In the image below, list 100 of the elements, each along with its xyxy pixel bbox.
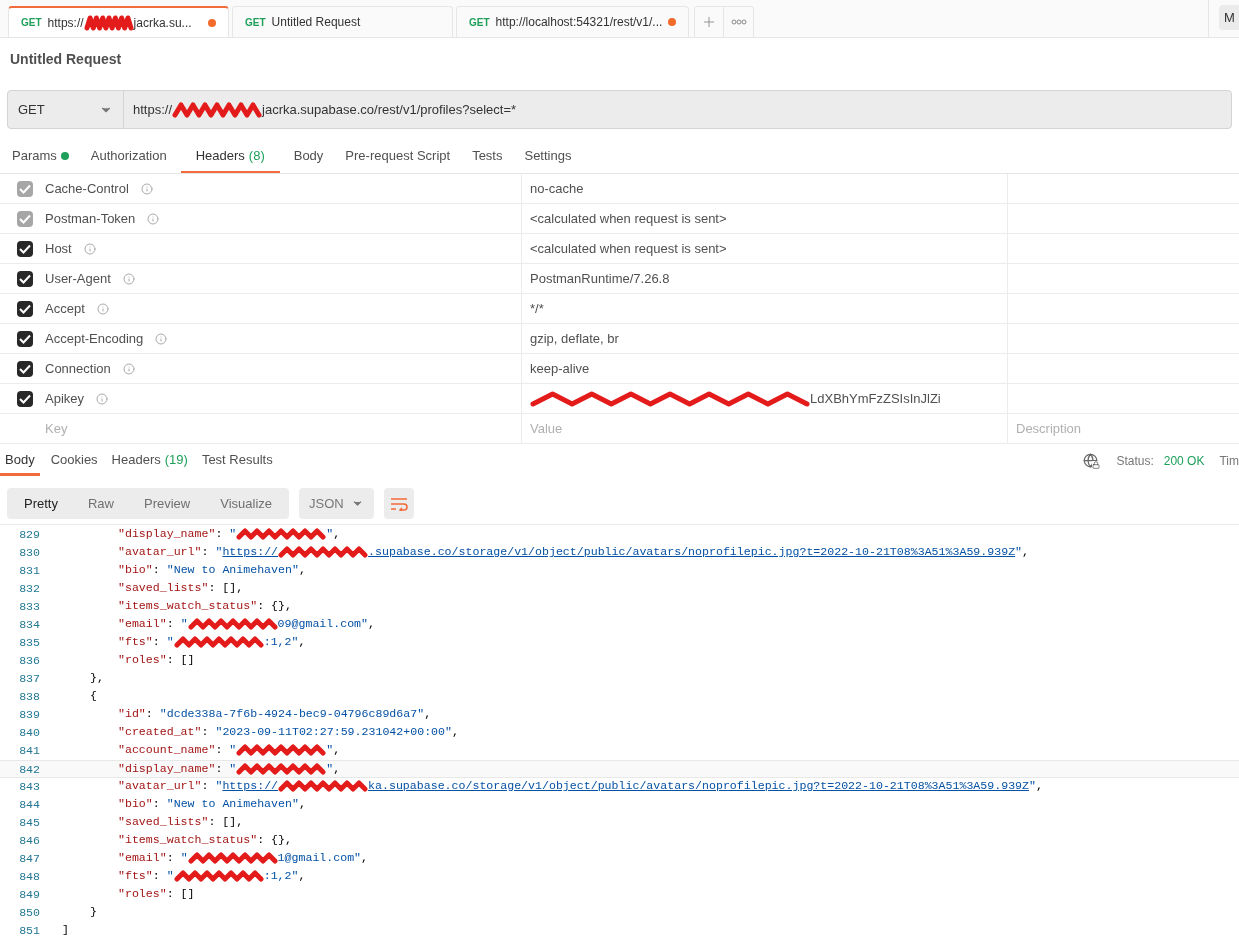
json-punctuation: : [166, 616, 175, 632]
json-key: "bio" [118, 561, 153, 579]
json-string: " [215, 544, 223, 560]
key-input[interactable]: Key [45, 418, 445, 439]
json-punctuation: ] [62, 922, 69, 938]
tab-label: Test Results [201, 450, 273, 469]
json-string: :1,2" [263, 868, 299, 884]
line-number: 830 [18, 545, 40, 561]
header-value: LdXBhYmFzZSIsInJlZi [810, 389, 941, 408]
request-section-tab[interactable]: Body [285, 140, 332, 173]
json-string: " [1029, 778, 1036, 794]
json-punctuation: : [] [166, 886, 195, 902]
json-punctuation: : {}, [257, 598, 292, 614]
json-punctuation: : [145, 706, 154, 722]
line-number: 840 [18, 725, 40, 741]
header-value: no-cache [530, 179, 584, 198]
line-number: 843 [18, 779, 40, 795]
request-section-tab[interactable]: Authorization [82, 140, 175, 173]
view-mode-button[interactable]: Raw [72, 490, 129, 517]
json-punctuation: : [215, 526, 224, 542]
json-punctuation: : {}, [257, 832, 292, 848]
url-text: http://localhost:54321/rest/v1/... [495, 14, 663, 31]
json-key: "display_name" [118, 525, 216, 543]
response-tab[interactable]: Cookies [47, 446, 101, 476]
request-tab[interactable]: GET Untitled Request [232, 6, 453, 37]
json-link[interactable]: ka.supabase.co/storage/v1/object/public/avatars/noprofilepic.jpg?t=2022-10-21T08%3A51%3A59.939Z [368, 777, 1029, 795]
check-icon [19, 333, 31, 344]
header-value: keep-alive [530, 359, 590, 378]
header-key: Accept-Encoding [45, 328, 144, 349]
json-key: "avatar_url" [118, 777, 202, 795]
json-punctuation: }, [90, 670, 104, 686]
status-label: Status: [1116, 453, 1154, 470]
checkbox[interactable] [17, 270, 33, 287]
request-section-tab[interactable]: Settings [516, 140, 580, 173]
json-punctuation: , [361, 850, 369, 866]
json-punctuation: , [333, 761, 341, 777]
view-mode-button[interactable]: Visualize [205, 490, 288, 517]
checkbox[interactable] [17, 330, 33, 347]
response-tab[interactable]: Headers (19) [108, 446, 191, 476]
json-link[interactable]: https:// [222, 543, 279, 561]
json-string: " [326, 526, 334, 542]
json-link[interactable]: .supabase.co/storage/v1/object/public/avatars/noprofilepic.jpg?t=2022-10-21T08%3A51%3A59.939Z [368, 543, 1016, 561]
json-string: " [166, 868, 174, 884]
json-key: "items_watch_status" [118, 597, 258, 615]
json-string: " [326, 742, 334, 758]
json-punctuation: : [215, 742, 224, 758]
environment-button[interactable]: M [1219, 5, 1239, 30]
view-mode-button[interactable]: Pretty [9, 490, 73, 517]
json-key: "roles" [118, 885, 167, 903]
check-icon [19, 363, 31, 374]
view-mode-button[interactable]: Preview [129, 490, 206, 517]
json-punctuation: : [201, 544, 210, 560]
line-number: 836 [18, 653, 40, 669]
tab-label: Cookies [50, 450, 98, 469]
tab-label: Params [12, 146, 57, 165]
request-section-tab[interactable]: Pre-request Script [337, 140, 459, 173]
json-punctuation: , [333, 742, 341, 758]
json-punctuation: , [452, 724, 459, 740]
json-link[interactable]: https:// [222, 777, 279, 795]
checkbox[interactable] [17, 240, 33, 257]
format-dropdown[interactable]: JSON [299, 488, 375, 519]
response-tab[interactable]: Test Results [198, 446, 276, 476]
tab-label: Pre-request Script [345, 146, 451, 165]
request-section-tab[interactable]: Tests [464, 140, 511, 173]
json-string: " [229, 526, 237, 542]
request-tab[interactable]: GET https:// jacrka.su... [8, 6, 229, 37]
json-key: "email" [118, 849, 167, 867]
info-icon [140, 182, 153, 195]
tab-label: Headers [111, 450, 161, 469]
header-value: <calculated when request is sent> [530, 239, 727, 258]
json-string: " [229, 761, 237, 777]
json-string: " [1015, 544, 1023, 560]
line-number: 839 [18, 707, 40, 723]
json-key: "display_name" [118, 760, 216, 778]
json-punctuation: : [201, 724, 210, 740]
globe-lock-icon[interactable] [1083, 453, 1101, 469]
check-icon [19, 303, 31, 314]
json-punctuation: } [90, 904, 97, 920]
json-string: " [166, 634, 174, 650]
redaction-scribble [83, 14, 134, 31]
url-text: https:// [47, 14, 84, 32]
json-string: "New to Animehaven" [166, 562, 299, 578]
checkbox[interactable] [17, 390, 33, 407]
json-string: " [229, 742, 237, 758]
request-section-tab[interactable]: Headers (8) [180, 140, 280, 173]
value-input[interactable]: Value [530, 418, 930, 439]
json-string: "dcde338a-7f6b-4924-bec9-04796c89d6a7" [159, 706, 425, 722]
checkbox[interactable] [17, 360, 33, 377]
request-tab[interactable]: GET http://localhost:54321/rest/v1/... [456, 6, 690, 37]
description-input[interactable]: Description [1016, 418, 1216, 439]
response-tab[interactable]: Body [0, 446, 40, 476]
header-key: Host [45, 238, 72, 259]
line-number: 845 [18, 815, 40, 831]
checkbox[interactable] [17, 300, 33, 317]
info-icon [155, 332, 168, 345]
json-punctuation: , [298, 796, 306, 812]
json-punctuation: : [201, 778, 210, 794]
request-section-tab[interactable]: Params [4, 140, 77, 173]
json-string: 09@gmail.com" [277, 616, 369, 632]
method-label: GET [469, 15, 490, 30]
